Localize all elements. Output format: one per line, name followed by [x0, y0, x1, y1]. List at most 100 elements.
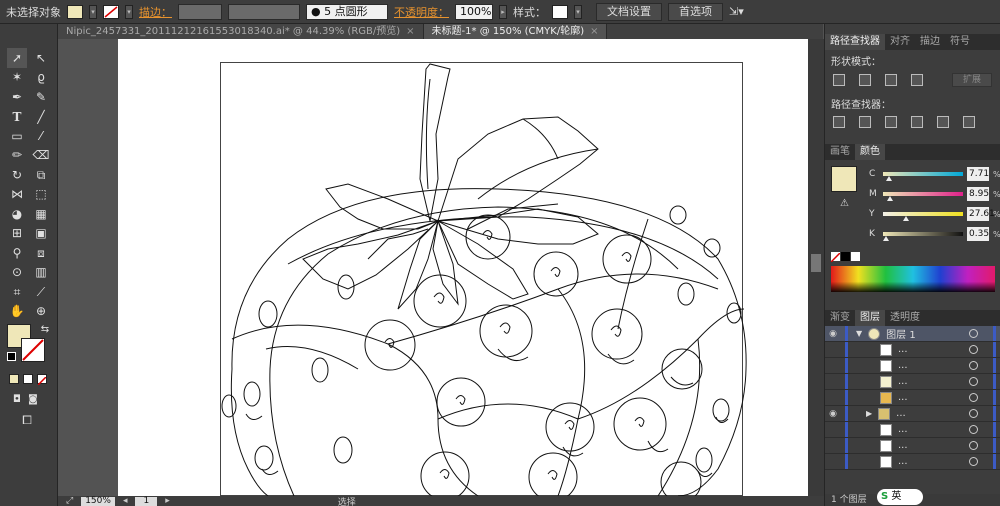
layer-name[interactable]: 图层 1	[886, 326, 916, 341]
swap-colors-icon[interactable]: ⇆	[35, 320, 55, 340]
slider-yellow[interactable]: Y 27.61 %	[825, 204, 1000, 224]
prev-artboard-icon[interactable]: ◂	[123, 496, 128, 506]
tab-pathfinder[interactable]: 路径查找器	[825, 34, 885, 50]
tab-color[interactable]: 颜色	[855, 144, 885, 160]
strawberry-outline-artwork[interactable]	[58, 39, 808, 496]
divide-icon[interactable]	[833, 116, 845, 128]
screen-mode-icon[interactable]: ⧠	[17, 410, 37, 430]
tab-gradient[interactable]: 渐变	[825, 310, 855, 326]
draw-inside-icon[interactable]: ◙	[23, 390, 43, 410]
fill-swatch[interactable]	[67, 4, 83, 19]
pencil-icon[interactable]: ✏	[7, 145, 27, 165]
target-circle-icon[interactable]	[969, 441, 978, 450]
color-mode-button[interactable]	[9, 374, 19, 384]
tab-align[interactable]: 对齐	[885, 34, 915, 50]
direct-selection-icon[interactable]: ↖	[31, 48, 51, 68]
stroke-label[interactable]: 描边：	[139, 4, 172, 20]
expand-triangle-icon[interactable]: ▼	[856, 329, 862, 338]
layer-row[interactable]: ◉ ▼ 图层 1	[825, 326, 1000, 342]
tab-untitled-document[interactable]: 未标题-1* @ 150% (CMYK/轮廓) ×	[423, 24, 608, 39]
slider-black[interactable]: K 0.35 %	[825, 224, 1000, 244]
scroll-thumb[interactable]	[811, 254, 821, 272]
yellow-knob[interactable]	[903, 216, 909, 221]
target-circle-icon[interactable]	[969, 425, 978, 434]
visibility-eye-icon[interactable]: ◉	[825, 329, 841, 339]
blend-icon[interactable]: ⧈	[31, 243, 51, 263]
yellow-value[interactable]: 27.61	[967, 207, 995, 221]
cyan-knob[interactable]	[886, 176, 892, 181]
close-icon[interactable]: ×	[590, 24, 598, 39]
perspective-grid-icon[interactable]: ▦	[31, 204, 51, 224]
eraser-icon[interactable]: ⌫	[31, 145, 51, 165]
exclude-icon[interactable]	[911, 74, 923, 86]
sublayer-row[interactable]: ...	[825, 342, 1000, 358]
magenta-track[interactable]	[883, 192, 963, 201]
target-circle-icon[interactable]	[969, 361, 978, 370]
tab-brushes[interactable]: 画笔	[825, 144, 855, 160]
stroke-weight-field[interactable]	[178, 3, 222, 20]
tab-stroke[interactable]: 描边	[915, 34, 945, 50]
artboard-icon[interactable]: ⌗	[7, 282, 27, 302]
sublayer-name[interactable]: ...	[898, 440, 908, 451]
sublayer-row[interactable]: ...	[825, 422, 1000, 438]
expand-triangle-icon[interactable]: ▶	[866, 409, 872, 418]
type-icon[interactable]: T	[7, 107, 27, 127]
preferences-button[interactable]: 首选项	[668, 2, 723, 21]
magenta-knob[interactable]	[887, 196, 893, 201]
document-setup-button[interactable]: 文档设置	[596, 2, 662, 21]
status-mode[interactable]: 选择	[338, 495, 356, 506]
target-circle-icon[interactable]	[969, 377, 978, 386]
default-colors-icon[interactable]	[7, 352, 16, 361]
width-icon[interactable]: ⋈	[7, 184, 27, 204]
eyedropper-icon[interactable]: ⚲	[7, 243, 27, 263]
lasso-icon[interactable]: ϱ	[31, 67, 51, 87]
close-icon[interactable]: ×	[406, 24, 414, 39]
paintbrush-icon[interactable]: ⁄	[31, 126, 51, 146]
sublayer-row[interactable]: ...	[825, 438, 1000, 454]
cyan-track[interactable]	[883, 172, 963, 181]
sublayer-name[interactable]: ...	[898, 376, 908, 387]
white-swatch[interactable]	[851, 252, 860, 261]
target-circle-icon[interactable]	[969, 329, 978, 338]
color-spectrum[interactable]	[831, 266, 995, 292]
symbol-sprayer-icon[interactable]: ⊙	[7, 262, 27, 282]
unite-icon[interactable]	[833, 74, 845, 86]
gradient-mode-button[interactable]	[23, 374, 33, 384]
tab-layers[interactable]: 图层	[855, 310, 885, 326]
black-value[interactable]: 0.35	[967, 227, 989, 241]
outline-icon[interactable]	[937, 116, 949, 128]
expand-button[interactable]: 扩展	[951, 73, 992, 87]
slider-cyan[interactable]: C 7.71 %	[825, 164, 1000, 184]
stroke-color-box[interactable]	[21, 338, 45, 362]
tab-nipic-document[interactable]: Nipic_2457331_20111212161553018340.ai* @…	[58, 24, 424, 39]
trim-icon[interactable]	[859, 116, 871, 128]
target-circle-icon[interactable]	[969, 457, 978, 466]
fill-dropdown[interactable]: ▾	[89, 4, 97, 19]
sublayer-row[interactable]: ...	[825, 374, 1000, 390]
zoom-icon[interactable]: ⊕	[31, 301, 51, 321]
style-swatch[interactable]	[552, 4, 568, 19]
gradient-icon[interactable]: ▣	[31, 223, 51, 243]
magic-wand-icon[interactable]: ✶	[7, 67, 27, 87]
none-swatch[interactable]	[830, 252, 841, 263]
next-artboard-icon[interactable]: ▸	[165, 496, 170, 506]
ime-indicator[interactable]: S 英	[877, 489, 923, 505]
column-graph-icon[interactable]: ▥	[31, 262, 51, 282]
opacity-label[interactable]: 不透明度：	[394, 4, 449, 20]
brush-definition[interactable]: ● 5 点圆形	[306, 3, 388, 20]
magenta-value[interactable]: 8.95	[967, 187, 989, 201]
free-transform-icon[interactable]: ⬚	[31, 184, 51, 204]
slider-magenta[interactable]: M 8.95 %	[825, 184, 1000, 204]
black-swatch[interactable]	[841, 252, 850, 261]
sublayer-name[interactable]: ...	[898, 344, 908, 355]
rotate-icon[interactable]: ↻	[7, 165, 27, 185]
style-dropdown[interactable]: ▾	[574, 4, 582, 19]
sublayer-name[interactable]: ...	[898, 392, 908, 403]
sublayer-name[interactable]: ...	[898, 424, 908, 435]
sublayer-row[interactable]: ...	[825, 358, 1000, 374]
slice-icon[interactable]: ⟋	[31, 282, 51, 302]
yellow-track[interactable]	[883, 212, 963, 221]
minus-front-icon[interactable]	[859, 74, 871, 86]
sublayer-row[interactable]: ◉ ▶ ...	[825, 406, 1000, 422]
hand-icon[interactable]: ✋	[7, 301, 27, 321]
